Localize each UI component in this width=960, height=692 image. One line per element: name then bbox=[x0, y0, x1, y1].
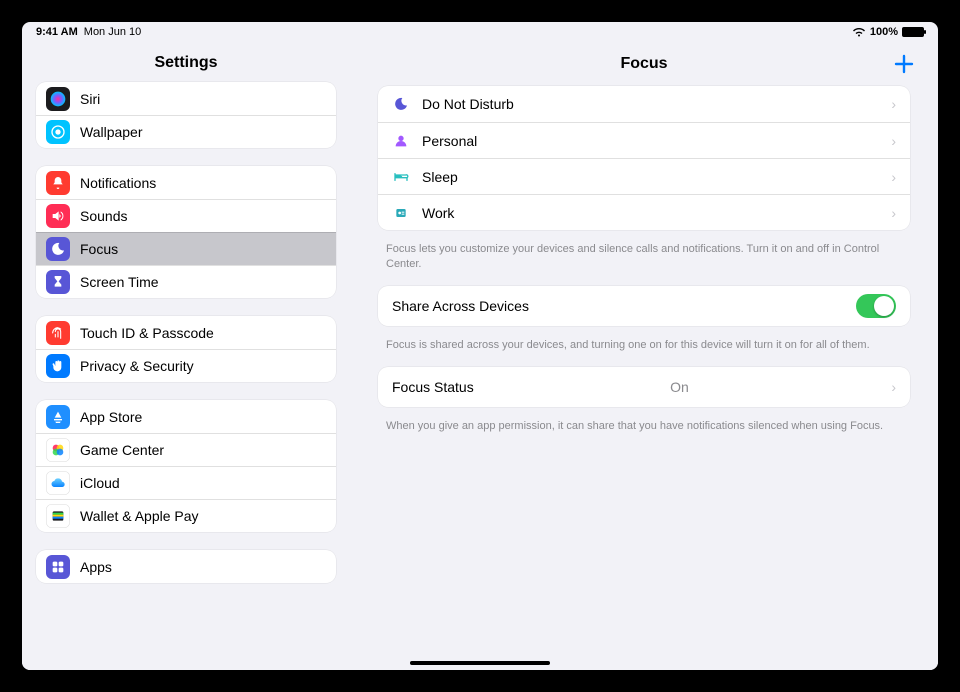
sidebar-item-wallpaper[interactable]: Wallpaper bbox=[36, 115, 336, 148]
grid-icon bbox=[46, 555, 70, 579]
screen: 9:41 AM Mon Jun 10 100% Settings Siri Wal… bbox=[22, 22, 938, 670]
sidebar-item-label: Apps bbox=[80, 559, 112, 575]
focus-status-card: Focus Status On › bbox=[378, 367, 910, 407]
sidebar-item-notifications[interactable]: Notifications bbox=[36, 166, 336, 199]
focus-mode-label: Sleep bbox=[422, 169, 458, 185]
status-bar: 9:41 AM Mon Jun 10 100% bbox=[22, 22, 938, 42]
share-toggle[interactable] bbox=[856, 294, 896, 318]
sidebar-item-app-store[interactable]: App Store bbox=[36, 400, 336, 433]
hand-icon bbox=[46, 354, 70, 378]
sidebar-item-wallet-apple-pay[interactable]: Wallet & Apple Pay bbox=[36, 499, 336, 532]
focus-modes-footer: Focus lets you customize your devices an… bbox=[350, 236, 938, 286]
sidebar-item-screen-time[interactable]: Screen Time bbox=[36, 265, 336, 298]
chevron-right-icon: › bbox=[891, 379, 896, 395]
focus-mode-personal[interactable]: Personal › bbox=[378, 122, 910, 158]
sidebar-item-label: Touch ID & Passcode bbox=[80, 325, 214, 341]
status-date: Mon Jun 10 bbox=[84, 26, 141, 38]
sidebar-item-touch-id-passcode[interactable]: Touch ID & Passcode bbox=[36, 316, 336, 349]
sidebar-item-apps[interactable]: Apps bbox=[36, 550, 336, 583]
wallet-icon bbox=[46, 504, 70, 528]
focus-mode-label: Personal bbox=[422, 133, 477, 149]
sidebar-item-label: Notifications bbox=[80, 175, 156, 191]
ipad-frame: 9:41 AM Mon Jun 10 100% Settings Siri Wal… bbox=[0, 0, 960, 692]
share-footer: Focus is shared across your devices, and… bbox=[350, 332, 938, 367]
sidebar-item-game-center[interactable]: Game Center bbox=[36, 433, 336, 466]
home-indicator[interactable] bbox=[410, 661, 550, 665]
sidebar-item-label: Wallpaper bbox=[80, 124, 143, 140]
battery-icon bbox=[902, 27, 924, 37]
badge-icon bbox=[392, 204, 410, 222]
moon-icon bbox=[392, 95, 410, 113]
fingerprint-icon bbox=[46, 321, 70, 345]
hourglass-icon bbox=[46, 270, 70, 294]
main-title: Focus bbox=[620, 55, 667, 73]
focus-mode-do-not-disturb[interactable]: Do Not Disturb › bbox=[378, 86, 910, 122]
appstore-icon bbox=[46, 405, 70, 429]
bell-icon bbox=[46, 171, 70, 195]
focus-mode-sleep[interactable]: Sleep › bbox=[378, 158, 910, 194]
speaker-icon bbox=[46, 204, 70, 228]
chevron-right-icon: › bbox=[891, 96, 896, 112]
add-focus-button[interactable] bbox=[890, 50, 918, 78]
gamecenter-icon bbox=[46, 438, 70, 462]
sidebar-item-sounds[interactable]: Sounds bbox=[36, 199, 336, 232]
sidebar-item-label: Siri bbox=[80, 91, 100, 107]
sidebar-item-icloud[interactable]: iCloud bbox=[36, 466, 336, 499]
battery-percent: 100% bbox=[870, 26, 898, 38]
focus-status-label: Focus Status bbox=[392, 379, 474, 395]
wifi-icon bbox=[852, 27, 866, 37]
sidebar-item-label: Privacy & Security bbox=[80, 358, 194, 374]
chevron-right-icon: › bbox=[891, 133, 896, 149]
focus-mode-work[interactable]: Work › bbox=[378, 194, 910, 230]
bed-icon bbox=[392, 168, 410, 186]
focus-status-value: On bbox=[670, 379, 695, 395]
share-row-card: Share Across Devices bbox=[378, 286, 910, 326]
sidebar-title: Settings bbox=[22, 42, 350, 82]
settings-sidebar: Settings Siri Wallpaper Notifications Sound… bbox=[22, 42, 350, 670]
sidebar-item-siri[interactable]: Siri bbox=[36, 82, 336, 115]
chevron-right-icon: › bbox=[891, 169, 896, 185]
sidebar-item-label: App Store bbox=[80, 409, 142, 425]
sidebar-item-label: Focus bbox=[80, 241, 118, 257]
status-time: 9:41 AM bbox=[36, 26, 78, 38]
share-label: Share Across Devices bbox=[392, 298, 529, 314]
sidebar-item-label: Wallet & Apple Pay bbox=[80, 508, 199, 524]
wallpaper-icon bbox=[46, 120, 70, 144]
focus-modes-list: Do Not Disturb › Personal › Sleep › Work › bbox=[378, 86, 910, 230]
sidebar-item-label: Game Center bbox=[80, 442, 164, 458]
focus-mode-label: Do Not Disturb bbox=[422, 96, 514, 112]
moon-icon bbox=[46, 237, 70, 261]
main-header: Focus bbox=[350, 42, 938, 86]
person-icon bbox=[392, 132, 410, 150]
focus-status-row[interactable]: Focus Status On › bbox=[378, 367, 910, 407]
sidebar-item-focus[interactable]: Focus bbox=[36, 232, 336, 265]
focus-mode-label: Work bbox=[422, 205, 454, 221]
sidebar-item-label: Sounds bbox=[80, 208, 127, 224]
sidebar-item-label: Screen Time bbox=[80, 274, 159, 290]
focus-status-footer: When you give an app permission, it can … bbox=[350, 413, 938, 448]
sidebar-item-privacy-security[interactable]: Privacy & Security bbox=[36, 349, 336, 382]
sidebar-item-label: iCloud bbox=[80, 475, 120, 491]
focus-panel: Focus Do Not Disturb›Personal›Sleep›Work… bbox=[350, 42, 938, 670]
share-across-devices-row: Share Across Devices bbox=[378, 286, 910, 326]
chevron-right-icon: › bbox=[891, 205, 896, 221]
cloud-icon bbox=[46, 471, 70, 495]
siri-icon bbox=[46, 87, 70, 111]
